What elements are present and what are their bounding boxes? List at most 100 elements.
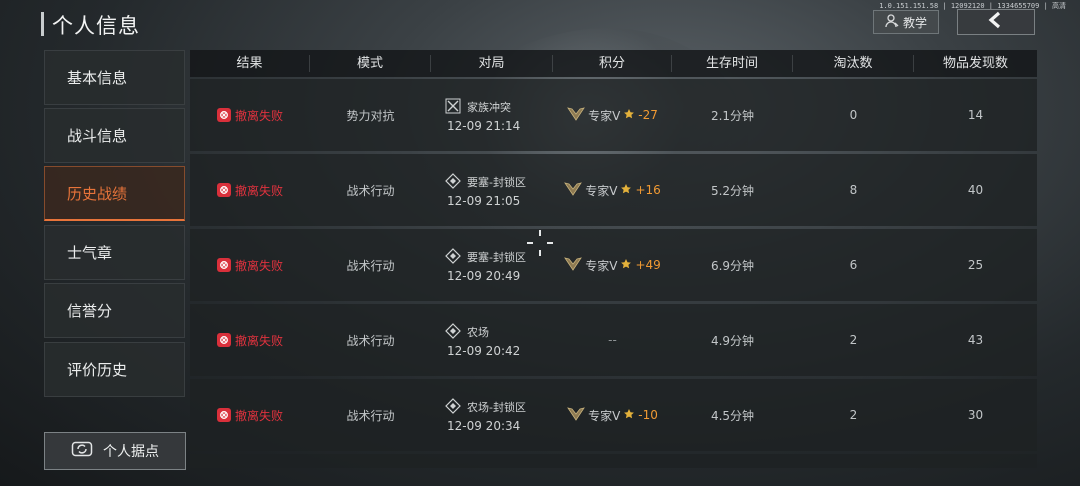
match-time: 12-09 21:05 [447, 193, 521, 208]
fail-icon [216, 333, 231, 347]
score-cell: 专家V -10 [553, 406, 672, 425]
mode-cell: 战术行动 [346, 258, 395, 273]
eliminations-cell: 2 [849, 333, 858, 347]
match-time: 12-09 21:14 [447, 118, 521, 133]
diamond-target-icon [445, 172, 461, 192]
header-eliminations: 淘汰数 [793, 55, 914, 72]
table-row-partial [190, 454, 1037, 468]
score-cell: 专家V +16 [553, 181, 672, 200]
score-cell: 专家V +49 [553, 256, 672, 275]
mode-cell: 战术行动 [346, 408, 395, 423]
result-cell: 撤离失败 [190, 182, 310, 199]
diamond-target-icon [445, 322, 461, 342]
table-row[interactable]: 撤离失败 战术行动 农场-封锁区 12-09 20:34 专家V -10 4.5… [190, 379, 1037, 451]
match-time: 12-09 20:42 [447, 343, 521, 358]
survival-cell: 4.9分钟 [710, 333, 755, 348]
fail-icon [216, 258, 231, 272]
table-header: 结果 模式 对局 积分 生存时间 淘汰数 物品发现数 [190, 50, 1037, 77]
sidebar-item-combat-info[interactable]: 战斗信息 [44, 108, 185, 163]
fail-icon [216, 408, 231, 422]
map-name: 要塞-封锁区 [467, 176, 526, 189]
star-icon [620, 183, 632, 198]
survival-cell: 4.5分钟 [710, 408, 755, 423]
result-cell: 撤离失败 [190, 107, 310, 124]
items-cell: 25 [967, 258, 984, 272]
table-row[interactable]: 撤离失败 战术行动 要塞-封锁区 12-09 20:49 专家V +49 6.9… [190, 229, 1037, 301]
header-match: 对局 [431, 55, 553, 72]
base-icon [71, 441, 93, 461]
result-label: 撤离失败 [234, 333, 283, 348]
match-time: 12-09 20:49 [447, 268, 521, 283]
sidebar-item-morale-badge[interactable]: 士气章 [44, 225, 185, 280]
rank-label: 专家V [585, 183, 618, 198]
sidebar-item-review-history[interactable]: 评价历史 [44, 342, 185, 397]
sidebar-item-label: 基本信息 [67, 69, 128, 87]
tutorial-person-icon [885, 13, 899, 31]
result-label: 撤离失败 [234, 408, 283, 423]
map-name: 家族冲突 [467, 101, 511, 114]
match-cell: 家族冲突 12-09 21:14 [431, 98, 553, 133]
score-placeholder: -- [608, 333, 617, 347]
star-icon [623, 108, 635, 123]
diamond-target-icon [445, 247, 461, 267]
header-mode: 模式 [310, 55, 431, 72]
survival-cell: 6.9分钟 [710, 258, 755, 273]
table-row[interactable]: 撤离失败 战术行动 农场 12-09 20:42 -- 4.9分钟 2 43 [190, 304, 1037, 376]
rank-label: 专家V [585, 258, 618, 273]
eliminations-cell: 8 [849, 183, 858, 197]
header-result: 结果 [190, 55, 310, 72]
result-cell: 撤离失败 [190, 407, 310, 424]
match-cell: 要塞-封锁区 12-09 21:05 [431, 172, 553, 208]
personal-base-label: 个人据点 [103, 444, 159, 460]
crossed-swords-icon [445, 98, 461, 117]
score-delta: -10 [638, 408, 658, 422]
page-title: 个人信息 [52, 14, 140, 38]
score-delta: +49 [635, 258, 661, 272]
header-survival-time: 生存时间 [672, 55, 793, 72]
rank-shield-icon [567, 406, 585, 425]
tutorial-button[interactable]: 教学 [873, 10, 939, 34]
header-score: 积分 [553, 55, 672, 72]
rank-label: 专家V [588, 408, 621, 423]
sidebar-item-basic-info[interactable]: 基本信息 [44, 50, 185, 105]
eliminations-cell: 6 [849, 258, 858, 272]
top-bar: 个人信息 1.0.151.151.58 | 12092120 | 1334655… [0, 0, 1080, 44]
sidebar-item-label: 士气章 [67, 244, 113, 262]
star-icon [623, 408, 635, 423]
match-time: 12-09 20:34 [447, 418, 521, 433]
survival-cell: 5.2分钟 [710, 183, 755, 198]
match-cell: 农场-封锁区 12-09 20:34 [431, 397, 553, 433]
sidebar-item-credit-score[interactable]: 信誉分 [44, 283, 185, 338]
rank-shield-icon [567, 106, 585, 125]
table-row[interactable]: 撤离失败 战术行动 要塞-封锁区 12-09 21:05 专家V +16 5.2… [190, 154, 1037, 226]
back-button[interactable] [957, 9, 1035, 35]
eliminations-cell: 0 [849, 108, 858, 122]
header-items-found: 物品发现数 [942, 56, 1008, 71]
mode-cell: 战术行动 [346, 183, 395, 198]
sidebar-item-label: 战斗信息 [67, 127, 128, 145]
sidebar-item-label: 评价历史 [67, 361, 128, 379]
rank-shield-icon [564, 256, 583, 275]
star-icon [620, 258, 632, 273]
items-cell: 30 [967, 408, 984, 422]
score-cell: -- [553, 333, 672, 347]
sidebar-item-label: 历史战绩 [67, 184, 128, 203]
map-name: 农场-封锁区 [467, 401, 526, 414]
title-accent-bar [41, 12, 44, 36]
rank-label: 专家V [588, 108, 621, 123]
eliminations-cell: 2 [849, 408, 858, 422]
score-delta: +16 [635, 183, 661, 197]
map-name: 农场 [467, 326, 489, 339]
table-row[interactable]: 撤离失败 势力对抗 家族冲突 12-09 21:14 专家V -27 2.1分钟… [190, 79, 1037, 151]
rank-shield-icon [564, 181, 583, 200]
survival-cell: 2.1分钟 [710, 108, 755, 123]
score-cell: 专家V -27 [553, 106, 672, 125]
items-cell: 14 [967, 108, 984, 122]
result-label: 撤离失败 [234, 108, 283, 123]
fail-icon [216, 183, 231, 197]
map-name: 要塞-封锁区 [467, 251, 526, 264]
personal-base-button[interactable]: 个人据点 [44, 432, 186, 470]
result-cell: 撤离失败 [190, 257, 310, 274]
tutorial-label: 教学 [902, 15, 927, 30]
sidebar-item-match-history[interactable]: 历史战绩 [44, 166, 185, 221]
